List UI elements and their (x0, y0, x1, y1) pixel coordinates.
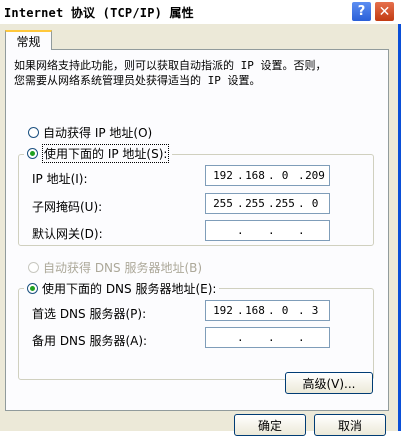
auto-ip-radio[interactable]: 自动获得 IP 地址(O) (28, 124, 152, 141)
description-text: 如果网络支持此功能，则可以获取自动指派的 IP 设置。否则， 您需要从网络系统管… (14, 59, 327, 87)
gateway-label: 默认网关(D): (32, 227, 103, 241)
close-button[interactable]: ✕ (374, 1, 395, 22)
tab-label: 常规 (16, 34, 41, 49)
auto-ip-label: 自动获得 IP 地址(O) (43, 126, 153, 140)
window-title: Internet 协议 (TCP/IP) 属性 (4, 6, 194, 20)
auto-dns-radio[interactable]: 自动获得 DNS 服务器地址(B) (28, 259, 202, 276)
ip-address-input[interactable]: 192 . 168 . 0 . 209 (205, 165, 330, 186)
ip-address-label: IP 地址(I): (32, 172, 88, 186)
manual-dns-label: 使用下面的 DNS 服务器地址(E): (42, 282, 217, 296)
ok-button[interactable]: 确定 (234, 414, 306, 436)
preferred-dns-label: 首选 DNS 服务器(P): (32, 307, 147, 321)
close-icon: ✕ (378, 3, 391, 20)
manual-dns-radio[interactable]: 使用下面的 DNS 服务器地址(E): (24, 280, 220, 297)
radio-disabled-icon (28, 262, 39, 273)
alternate-dns-input[interactable]: . . . (205, 327, 330, 348)
subnet-mask-input[interactable]: 255 . 255 . 255 . 0 (205, 193, 330, 214)
help-button[interactable]: ? (351, 1, 372, 22)
help-icon: ? (357, 4, 366, 19)
dialog-body: 常规 如果网络支持此功能，则可以获取自动指派的 IP 设置。否则， 您需要从网络… (0, 24, 401, 436)
manual-ip-radio[interactable]: 使用下面的 IP 地址(S): (24, 144, 173, 163)
radio-selected-icon (27, 148, 38, 159)
subnet-mask-label: 子网掩码(U): (32, 200, 103, 214)
tab-general[interactable]: 常规 (5, 30, 52, 50)
cancel-button[interactable]: 取消 (314, 414, 386, 436)
radio-icon (28, 127, 39, 138)
advanced-button[interactable]: 高级(V)... (285, 372, 373, 394)
auto-dns-label: 自动获得 DNS 服务器地址(B) (43, 261, 203, 275)
radio-selected-icon (27, 283, 38, 294)
gateway-input[interactable]: . . . (205, 220, 330, 241)
manual-ip-label: 使用下面的 IP 地址(S): (42, 144, 170, 163)
title-bar: Internet 协议 (TCP/IP) 属性 ? ✕ (0, 0, 401, 24)
alternate-dns-label: 备用 DNS 服务器(A): (32, 334, 148, 348)
preferred-dns-input[interactable]: 192 . 168 . 0 . 3 (205, 300, 330, 321)
